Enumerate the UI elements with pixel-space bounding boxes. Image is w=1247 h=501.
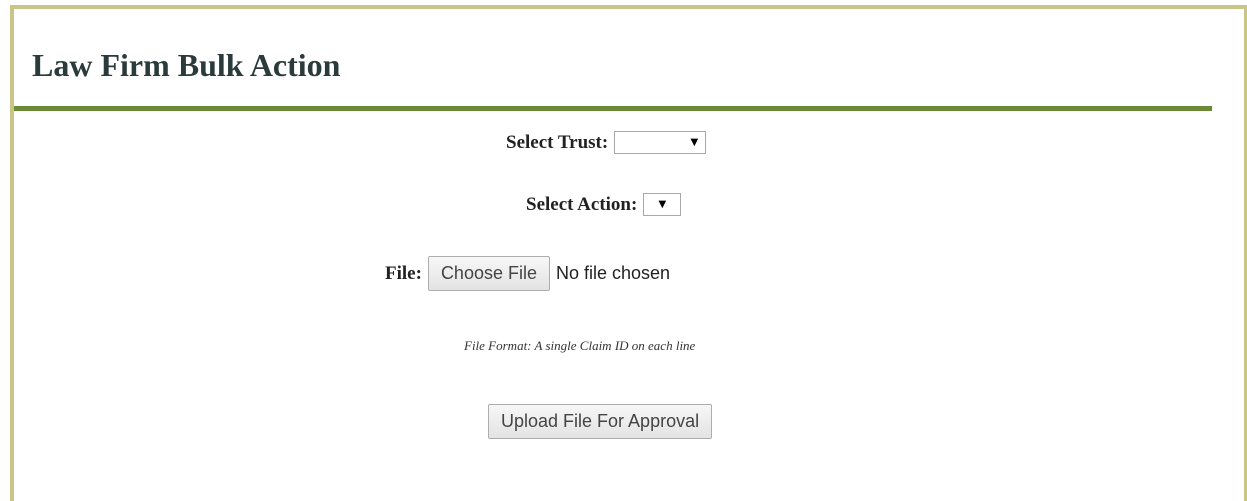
- action-row: Select Action: ▼: [526, 193, 682, 216]
- caret-down-icon: ▼: [690, 137, 699, 148]
- title-divider: [14, 106, 1212, 111]
- action-label: Select Action:: [526, 193, 638, 215]
- file-label: File:: [385, 262, 422, 284]
- upload-file-button[interactable]: Upload File For Approval: [488, 404, 713, 439]
- trust-row: Select Trust: ▼: [506, 131, 707, 154]
- file-format-note: File Format: A single Claim ID on each l…: [464, 338, 696, 353]
- caret-down-icon: ▼: [658, 199, 667, 210]
- file-row: File: Choose File No file chosen: [385, 256, 670, 291]
- trust-label: Select Trust:: [506, 131, 609, 153]
- page-title: Law Firm Bulk Action: [32, 47, 341, 83]
- choose-file-button[interactable]: Choose File: [427, 256, 550, 291]
- action-select[interactable]: ▼: [643, 193, 682, 216]
- file-status-text: No file chosen: [555, 263, 671, 283]
- trust-select[interactable]: ▼: [614, 131, 707, 154]
